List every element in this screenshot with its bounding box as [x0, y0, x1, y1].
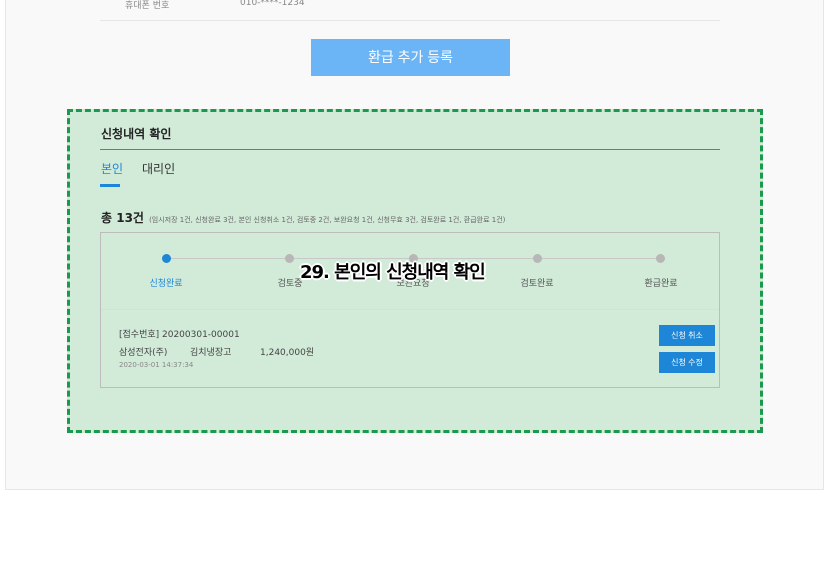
step-caption: 29. 본인의 신청내역 확인: [300, 262, 486, 283]
phone-row: 휴대폰 번호 010-****-1234: [100, 0, 720, 21]
summary-total: 총 13건: [101, 211, 144, 225]
manufacturer: 삼성전자(주): [119, 348, 168, 358]
product-name: 김치냉장고: [190, 348, 232, 358]
step-dot-4: [533, 254, 542, 263]
summary: 총 13건 (임시저장 1건, 신청완료 3건, 본인 신청취소 1건, 검토중…: [101, 207, 505, 226]
phone-label: 휴대폰 번호: [125, 1, 170, 11]
step-dot-1: [162, 254, 171, 263]
tab-self[interactable]: 본인: [101, 160, 123, 177]
step-dot-5: [656, 254, 665, 263]
tab-proxy[interactable]: 대리인: [142, 160, 175, 177]
divider: [100, 187, 720, 188]
active-tab-indicator: [100, 184, 120, 187]
refund-amount: 1,240,000원: [260, 348, 315, 358]
divider: [100, 149, 720, 150]
step-label-4: 검토완료: [520, 279, 554, 289]
add-refund-button[interactable]: 환급 추가 등록: [311, 39, 510, 76]
phone-value: 010-****-1234: [240, 0, 305, 8]
divider: [101, 309, 719, 310]
step-label-5: 환급완료: [644, 279, 678, 289]
application-datetime: 2020-03-01 14:37:34: [119, 361, 194, 369]
edit-application-button[interactable]: 신청 수정: [659, 352, 715, 373]
summary-detail: (임시저장 1건, 신청완료 3건, 본인 신청취소 1건, 검토중 2건, 보…: [149, 216, 506, 224]
step-dot-2: [285, 254, 294, 263]
cancel-application-button[interactable]: 신청 취소: [659, 325, 715, 346]
receipt-number: [접수번호] 20200301-00001: [119, 330, 240, 340]
section-title: 신청내역 확인: [101, 127, 172, 141]
step-label-1: 신청완료: [149, 279, 183, 289]
